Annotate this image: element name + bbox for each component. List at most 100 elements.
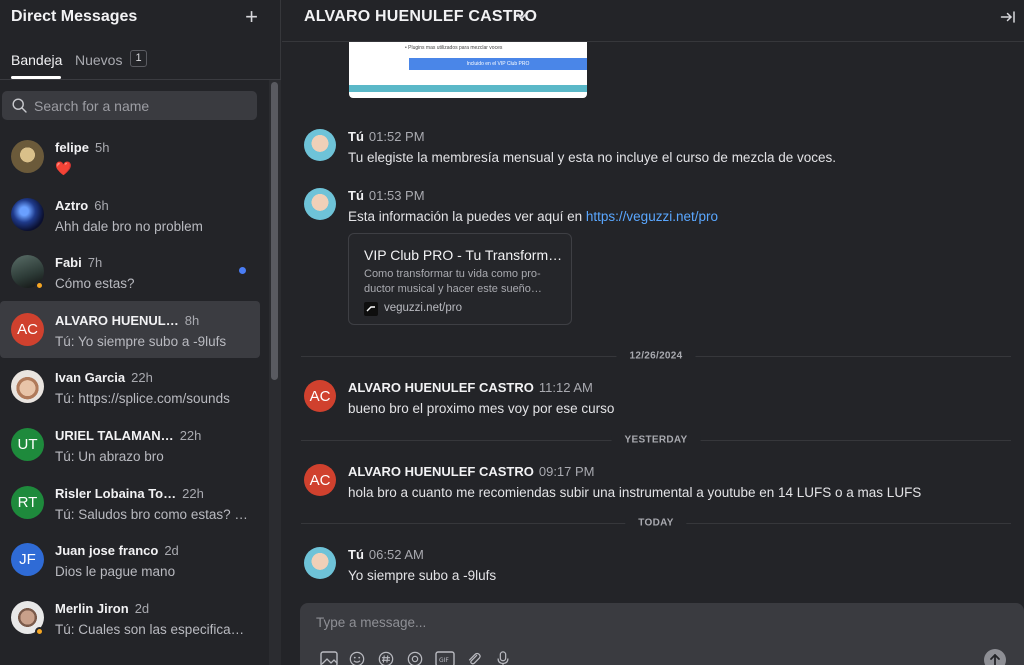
send-button[interactable] <box>984 649 1006 665</box>
conversation-item-merlin[interactable]: Merlin Jiron 2d Tú: Cuales son las especi… <box>0 589 268 647</box>
link-preview-title: VIP Club PRO - Tu Transform… <box>364 247 563 263</box>
conversation-time: 22h <box>179 427 202 443</box>
tab-bandeja[interactable]: Bandeja <box>11 52 62 68</box>
active-tab-indicator <box>11 76 61 79</box>
conversation-item-alvaro[interactable]: AC ALVARO HUENUL… 8h Tú: Yo siempre subo … <box>0 300 260 359</box>
sidebar-title: Direct Messages <box>11 8 138 25</box>
conversation-preview: Tú: Yo siempre subo a -9lufs <box>55 333 227 349</box>
message-list: • Plugins mas utilizados para mezclar vo… <box>282 42 1024 602</box>
message-sender: Tú <box>348 188 364 203</box>
image-bar <box>349 85 587 92</box>
conversation-list: felipe 5h ❤️ Aztro 6h Ahh dale bro no prob… <box>0 128 268 646</box>
conversation-preview: ❤️ <box>55 161 72 176</box>
avatar <box>11 197 44 231</box>
message-composer: GIF <box>300 603 1024 665</box>
conversation-preview: Tú: Un abrazo bro <box>55 448 164 464</box>
conversation-item-risler[interactable]: RT Risler Lobaina To… 22h Tú: Saludos bro… <box>0 474 268 532</box>
nuevos-count-badge: 1 <box>130 50 147 67</box>
avatar: AC <box>304 464 336 496</box>
message-text: hola bro a cuanto me recomiendas subir u… <box>348 485 922 500</box>
link-preview-domain: veguzzi.net/pro <box>384 302 462 314</box>
sidebar-header: Direct Messages + <box>0 0 280 34</box>
message-text: Tu elegiste la membresía mensual y esta … <box>348 150 836 165</box>
message-text: bueno bro el proximo mes voy por ese cur… <box>348 401 615 416</box>
tab-nuevos[interactable]: Nuevos <box>75 52 122 68</box>
sidebar: Direct Messages + Bandeja Nuevos 1 felip… <box>0 0 281 665</box>
link-preview-card[interactable]: VIP Club PRO - Tu Transform… Como transf… <box>348 233 572 325</box>
collapse-panel-icon[interactable] <box>1000 9 1016 25</box>
conversation-time: 22h <box>131 370 153 386</box>
conversation-item-aztro[interactable]: Aztro 6h Ahh dale bro no problem <box>0 186 268 244</box>
avatar <box>11 140 44 173</box>
gif-icon[interactable]: GIF <box>435 651 455 665</box>
image-icon[interactable] <box>320 651 338 665</box>
hashtag-icon[interactable] <box>377 651 395 665</box>
away-status-icon <box>35 281 44 291</box>
conversation-time: 8h <box>184 312 200 328</box>
chevron-down-icon[interactable] <box>516 10 528 22</box>
avatar: UT <box>11 427 44 461</box>
avatar: JF <box>11 543 44 577</box>
attached-image[interactable]: • Plugins mas utilizados para mezclar vo… <box>349 42 587 98</box>
conversation-preview: Tú: Saludos bro como estas? … <box>55 506 248 522</box>
conversation-item-fabi[interactable]: Fabi 7h Cómo estas? <box>0 243 268 301</box>
date-divider: 12/26/2024 <box>301 350 1011 362</box>
emoji-icon[interactable] <box>348 651 366 665</box>
new-message-icon[interactable]: + <box>245 6 258 28</box>
avatar: AC <box>11 312 44 346</box>
conversation-item-juan[interactable]: JF Juan jose franco 2d Dios le pague mano <box>0 531 268 589</box>
message-link[interactable]: https://veguzzi.net/pro <box>586 209 718 224</box>
favicon-icon <box>364 302 378 316</box>
conversation-name: ALVARO HUENUL… <box>55 312 179 328</box>
message-sender: ALVARO HUENULEF CASTRO <box>348 464 534 479</box>
avatar <box>11 370 44 404</box>
conversation-preview: Tú: Cuales son las especifica… <box>55 621 245 637</box>
search-input[interactable] <box>34 97 234 114</box>
sidebar-scrollbar[interactable] <box>269 80 281 665</box>
conversation-preview: Ahh dale bro no problem <box>55 218 203 234</box>
contact-name[interactable]: ALVARO HUENULEF CASTRO <box>304 8 537 26</box>
avatar: RT <box>11 485 44 519</box>
date-divider-label: 12/26/2024 <box>616 350 696 362</box>
conversation-name: Merlin Jiron <box>55 600 129 616</box>
search-box <box>2 91 257 120</box>
conversation-name: Ivan Garcia <box>55 370 126 386</box>
attachment-icon[interactable] <box>465 651 483 665</box>
unread-dot-icon <box>239 267 246 275</box>
message-time: 01:53 PM <box>368 188 425 203</box>
conversation-name: Aztro <box>55 197 89 213</box>
microphone-icon[interactable] <box>495 651 511 665</box>
avatar: AC <box>304 380 336 412</box>
chat-header: ALVARO HUENULEF CASTRO <box>282 0 1024 42</box>
conversation-preview: Dios le pague mano <box>55 564 176 580</box>
conversation-time: 22h <box>182 485 204 501</box>
conversation-item-ivan[interactable]: Ivan Garcia 22h Tú: https://splice.com/so… <box>0 358 268 416</box>
conversation-item-felipe[interactable]: felipe 5h ❤️ <box>0 128 268 186</box>
message-text: Yo siempre subo a -9lufs <box>348 568 497 583</box>
conversation-name: Fabi <box>55 255 82 271</box>
message-text: Esta información la puedes ver aquí en h… <box>348 209 718 224</box>
message-time: 01:52 PM <box>368 129 425 144</box>
conversation-item-uriel[interactable]: UT URIEL TALAMAN… 22h Tú: Un abrazo bro <box>0 416 268 474</box>
image-text: • Plugins mas utilizados para mezclar vo… <box>405 45 503 51</box>
avatar <box>304 547 336 579</box>
conversation-time: 6h <box>94 197 109 213</box>
mention-icon[interactable] <box>406 651 424 665</box>
avatar <box>304 188 336 220</box>
image-button-text: Incluido en el VIP Club PRO <box>409 58 587 70</box>
svg-text:GIF: GIF <box>439 657 449 664</box>
scrollbar-thumb[interactable] <box>271 82 278 380</box>
conversation-name: URIEL TALAMAN… <box>55 427 174 443</box>
chat-panel: ALVARO HUENULEF CASTRO • Plugins mas uti… <box>282 0 1024 665</box>
message-time: 09:17 PM <box>538 464 595 479</box>
conversation-time: 2d <box>134 600 150 616</box>
conversation-preview: Tú: https://splice.com/sounds <box>55 391 230 407</box>
date-divider: YESTERDAY <box>301 434 1011 446</box>
message-text-prefix: Esta información la puedes ver aquí en <box>348 209 586 224</box>
search-icon <box>12 98 27 113</box>
conversation-time: 7h <box>87 255 103 271</box>
date-divider-label: TODAY <box>625 517 687 529</box>
conversation-name: Juan jose franco <box>55 543 159 559</box>
message-sender: ALVARO HUENULEF CASTRO <box>348 380 534 395</box>
message-input[interactable] <box>316 615 916 630</box>
